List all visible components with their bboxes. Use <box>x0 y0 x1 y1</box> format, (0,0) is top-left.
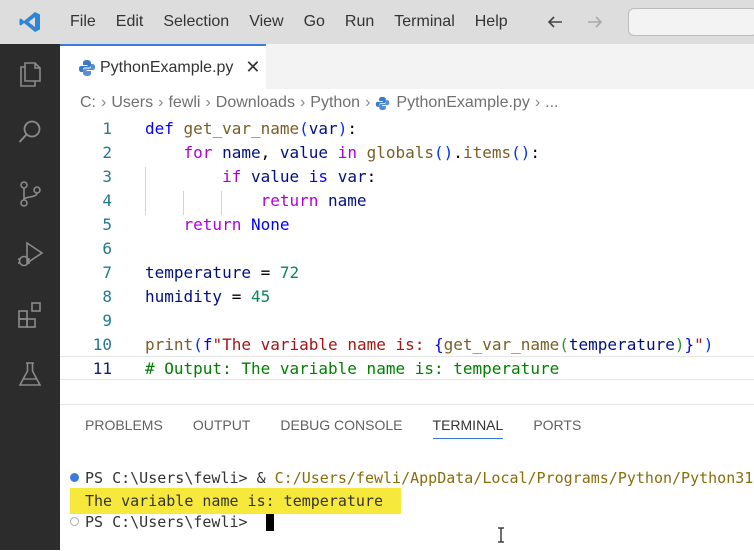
terminal-cursor <box>265 513 274 531</box>
python-file-icon <box>376 96 390 110</box>
explorer-icon[interactable] <box>12 56 48 92</box>
code-text: # Output: The variable name is: temperat… <box>145 358 560 378</box>
source-control-icon[interactable] <box>12 176 48 212</box>
tab-ports[interactable]: PORTS <box>533 417 581 439</box>
line-number: 6 <box>102 238 112 258</box>
code-line: 6 <box>60 236 754 260</box>
chevron-right-icon: › <box>205 94 211 111</box>
editor-tabs: PythonExample.py ✕ <box>60 44 754 89</box>
code-line: 5 return None <box>60 212 754 236</box>
terminal-path: C:/Users/fewli/AppData/Local/Programs/Py… <box>274 469 754 487</box>
code-text: temperature = 72 <box>145 262 300 282</box>
terminal-line: PS C:\Users\fewli> & C:/Users/fewli/AppD… <box>85 467 754 489</box>
code-line: 10 print(f"The variable name is: {get_va… <box>60 332 754 356</box>
code-text: humidity = 45 <box>145 286 271 306</box>
run-debug-icon[interactable] <box>12 236 48 272</box>
code-text: return None <box>183 214 290 234</box>
breadcrumb: C: › Users › fewli › Downloads › Python › Pyt… <box>80 90 558 116</box>
code-text: if value is var: <box>145 166 376 191</box>
tab-label: PythonExample.py <box>100 58 234 76</box>
breadcrumb-item[interactable]: Users <box>111 94 153 112</box>
tab-debug-console[interactable]: DEBUG CONSOLE <box>280 417 402 439</box>
code-line: 3 if value is var: <box>60 164 754 191</box>
line-number: 9 <box>102 310 112 330</box>
menu-run[interactable]: Run <box>335 0 384 44</box>
line-number: 10 <box>92 334 112 354</box>
menu-bar: File Edit Selection View Go Run Terminal… <box>60 0 518 44</box>
menu-selection[interactable]: Selection <box>153 0 239 44</box>
code-line: 4 return name <box>60 188 754 215</box>
code-line: 2 for name, value in globals().items(): <box>60 140 754 164</box>
menu-file[interactable]: File <box>60 0 106 44</box>
tab-python-example[interactable]: PythonExample.py ✕ <box>60 44 266 89</box>
close-icon[interactable]: ✕ <box>245 57 260 78</box>
chevron-right-icon: › <box>365 94 371 111</box>
menu-view[interactable]: View <box>239 0 293 44</box>
panel-tabs: PROBLEMS OUTPUT DEBUG CONSOLE TERMINAL P… <box>85 417 611 439</box>
chevron-right-icon: › <box>101 94 107 111</box>
code-line-active: 11 # Output: The variable name is: tempe… <box>60 356 754 380</box>
code-text: def get_var_name(var): <box>145 118 357 138</box>
tab-terminal[interactable]: TERMINAL <box>432 417 504 439</box>
line-number: 11 <box>92 358 112 378</box>
arrow-right-icon[interactable] <box>583 10 607 34</box>
breadcrumb-item[interactable]: Downloads <box>216 94 295 112</box>
terminal-line: PS C:\Users\fewli> <box>85 511 274 533</box>
chevron-right-icon: › <box>158 94 164 111</box>
python-file-icon <box>79 59 95 76</box>
command-center-search[interactable] <box>628 8 754 36</box>
breadcrumb-item[interactable]: PythonExample.py <box>396 94 529 112</box>
code-line: 9 <box>60 308 754 332</box>
line-number: 2 <box>102 142 112 162</box>
tab-problems[interactable]: PROBLEMS <box>85 417 163 439</box>
code-text: print(f"The variable name is: {get_var_n… <box>145 334 714 354</box>
code-line: 1 def get_var_name(var): <box>60 116 754 140</box>
text-cursor-icon <box>498 527 504 543</box>
line-number: 7 <box>102 262 112 282</box>
code-line: 8 humidity = 45 <box>60 284 754 308</box>
menu-help[interactable]: Help <box>465 0 518 44</box>
command-success-dot-icon[interactable] <box>70 473 79 482</box>
line-number: 1 <box>102 118 112 138</box>
chevron-right-icon: › <box>299 94 306 111</box>
code-text: return name <box>145 190 367 215</box>
line-number: 4 <box>102 190 112 210</box>
menu-go[interactable]: Go <box>294 0 335 44</box>
line-number: 3 <box>102 166 112 186</box>
terminal-prompt: PS C:\Users\fewli> <box>85 469 257 487</box>
code-text: for name, value in globals().items(): <box>183 142 541 162</box>
breadcrumb-item[interactable]: C: <box>80 94 96 112</box>
breadcrumb-item[interactable]: fewli <box>168 94 200 112</box>
terminal-prompt: PS C:\Users\fewli> <box>85 513 257 531</box>
chevron-right-icon: › <box>534 94 541 111</box>
line-number: 8 <box>102 286 112 306</box>
activity-bar <box>0 44 60 550</box>
menu-terminal[interactable]: Terminal <box>384 0 464 44</box>
breadcrumb-item[interactable]: Python <box>310 94 360 112</box>
breadcrumb-item[interactable]: ... <box>545 94 558 112</box>
code-editor[interactable]: 1 def get_var_name(var): 2 for name, val… <box>60 116 754 380</box>
vscode-logo-icon <box>0 0 60 44</box>
terminal-command: & <box>256 469 275 487</box>
command-pending-dot-icon[interactable] <box>70 517 79 526</box>
line-number: 5 <box>102 214 112 234</box>
extensions-icon[interactable] <box>12 296 48 332</box>
tab-output[interactable]: OUTPUT <box>193 417 251 439</box>
title-bar: File Edit Selection View Go Run Terminal… <box>0 0 754 44</box>
bottom-panel: PROBLEMS OUTPUT DEBUG CONSOLE TERMINAL P… <box>60 404 754 551</box>
search-icon[interactable] <box>12 114 48 150</box>
menu-edit[interactable]: Edit <box>106 0 154 44</box>
arrow-left-icon[interactable] <box>543 10 567 34</box>
testing-icon[interactable] <box>12 356 48 392</box>
code-line: 7 temperature = 72 <box>60 260 754 284</box>
navigation-controls <box>535 8 754 36</box>
